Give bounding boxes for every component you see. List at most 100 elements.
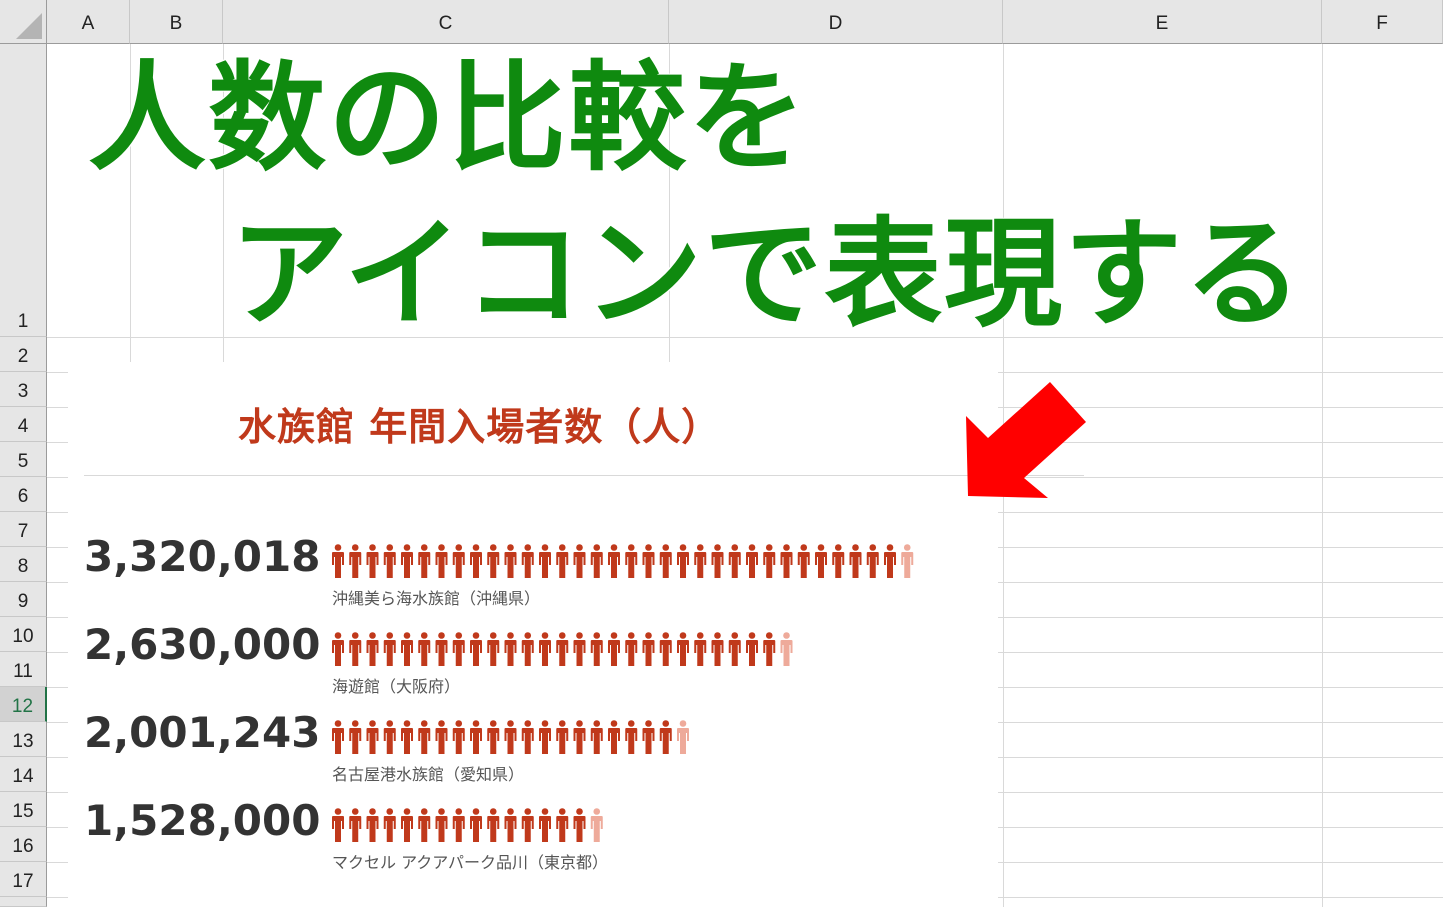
person-icon [539, 808, 551, 842]
person-icon [556, 632, 569, 666]
chart-value: 2,630,000 [84, 620, 321, 669]
select-all-button[interactable] [0, 0, 47, 44]
row-header-1[interactable]: 1 [0, 44, 47, 337]
column-header-c[interactable]: C [223, 0, 669, 44]
person-icon [556, 720, 569, 754]
row-header-6[interactable]: 6 [0, 477, 47, 512]
person-icon [625, 544, 638, 578]
person-icon [659, 544, 672, 578]
column-header-a[interactable]: A [47, 0, 130, 44]
row-header-3[interactable]: 3 [0, 372, 47, 407]
person-icon [332, 632, 344, 666]
person-icon [401, 544, 413, 578]
row-header-9[interactable]: 9 [0, 582, 47, 617]
chart-category-label: マクセル アクアパーク品川（東京都） [332, 853, 608, 872]
person-icon [590, 544, 603, 578]
person-icon [901, 544, 914, 578]
person-icon [332, 808, 344, 842]
person-icon [418, 808, 431, 842]
person-icon [728, 632, 741, 666]
person-icon [435, 544, 448, 578]
row-header-15[interactable]: 15 [0, 792, 47, 827]
person-icon [746, 544, 758, 578]
person-icon [556, 808, 569, 842]
row-header-4[interactable]: 4 [0, 407, 47, 442]
column-header-f[interactable]: F [1322, 0, 1443, 44]
row-header-16[interactable]: 16 [0, 827, 47, 862]
person-icon [401, 808, 413, 842]
person-icon [332, 720, 344, 754]
person-icon [677, 720, 689, 754]
person-icon [435, 632, 448, 666]
person-icon [573, 720, 586, 754]
chart-title: 水族館 年間入場者数（人） [238, 405, 721, 449]
pictograph-bar [332, 808, 603, 842]
person-icon [401, 632, 413, 666]
person-icon [608, 544, 620, 578]
person-icon [659, 632, 672, 666]
person-icon [366, 632, 379, 666]
column-header-d[interactable]: D [669, 0, 1003, 44]
person-icon [504, 544, 517, 578]
person-icon [504, 720, 517, 754]
person-icon [470, 808, 482, 842]
column-header-e[interactable]: E [1003, 0, 1322, 44]
person-icon [349, 720, 362, 754]
person-icon [590, 632, 603, 666]
person-icon [452, 544, 465, 578]
person-icon [590, 720, 603, 754]
person-icon [349, 808, 362, 842]
chart-value: 3,320,018 [84, 532, 321, 581]
row-header-11[interactable]: 11 [0, 652, 47, 687]
person-icon [418, 544, 431, 578]
person-icon [487, 808, 500, 842]
row-header-8[interactable]: 8 [0, 547, 47, 582]
column-gridline [1322, 44, 1323, 907]
person-icon [383, 808, 396, 842]
person-icon [452, 808, 465, 842]
person-icon [349, 544, 362, 578]
row-header-17[interactable]: 17 [0, 862, 47, 897]
row-header-partial[interactable] [0, 897, 47, 907]
person-icon [521, 720, 534, 754]
person-icon [332, 544, 344, 578]
person-icon [608, 632, 620, 666]
person-icon [383, 632, 396, 666]
person-icon [849, 544, 862, 578]
person-icon [366, 720, 379, 754]
person-icon [504, 808, 517, 842]
row-header-13[interactable]: 13 [0, 722, 47, 757]
row-header-12[interactable]: 12 [0, 687, 47, 722]
pictograph-bar [332, 544, 914, 578]
person-icon [521, 808, 534, 842]
chart-category-label: 海遊館（大阪府） [332, 677, 461, 696]
row-header-10[interactable]: 10 [0, 617, 47, 652]
person-icon [366, 808, 379, 842]
person-icon [521, 632, 534, 666]
person-icon [573, 808, 586, 842]
person-icon [780, 544, 793, 578]
chart-panel[interactable]: 水族館 年間入場者数（人） 3,320,018 沖縄美ら海水族館（沖縄県） 2,63… [68, 362, 1084, 907]
row-header-2[interactable]: 2 [0, 337, 47, 372]
person-icon [642, 544, 655, 578]
chart-divider [84, 475, 1084, 476]
person-icon [487, 720, 500, 754]
column-header-b[interactable]: B [130, 0, 223, 44]
person-icon [797, 544, 810, 578]
person-icon [866, 544, 879, 578]
row-header-5[interactable]: 5 [0, 442, 47, 477]
pictograph-bar [332, 720, 689, 754]
chart-value: 1,528,000 [84, 796, 321, 845]
pictograph-bar [332, 632, 793, 666]
person-icon [694, 632, 707, 666]
person-icon [435, 720, 448, 754]
person-icon [590, 808, 603, 842]
person-icon [694, 544, 707, 578]
sheet-title-line-1: 人数の比較を [88, 49, 809, 187]
row-header-14[interactable]: 14 [0, 757, 47, 792]
row-header-7[interactable]: 7 [0, 512, 47, 547]
person-icon [539, 544, 551, 578]
person-icon [711, 632, 724, 666]
chart-category-label: 沖縄美ら海水族館（沖縄県） [332, 589, 541, 608]
chart-value: 2,001,243 [84, 708, 321, 757]
